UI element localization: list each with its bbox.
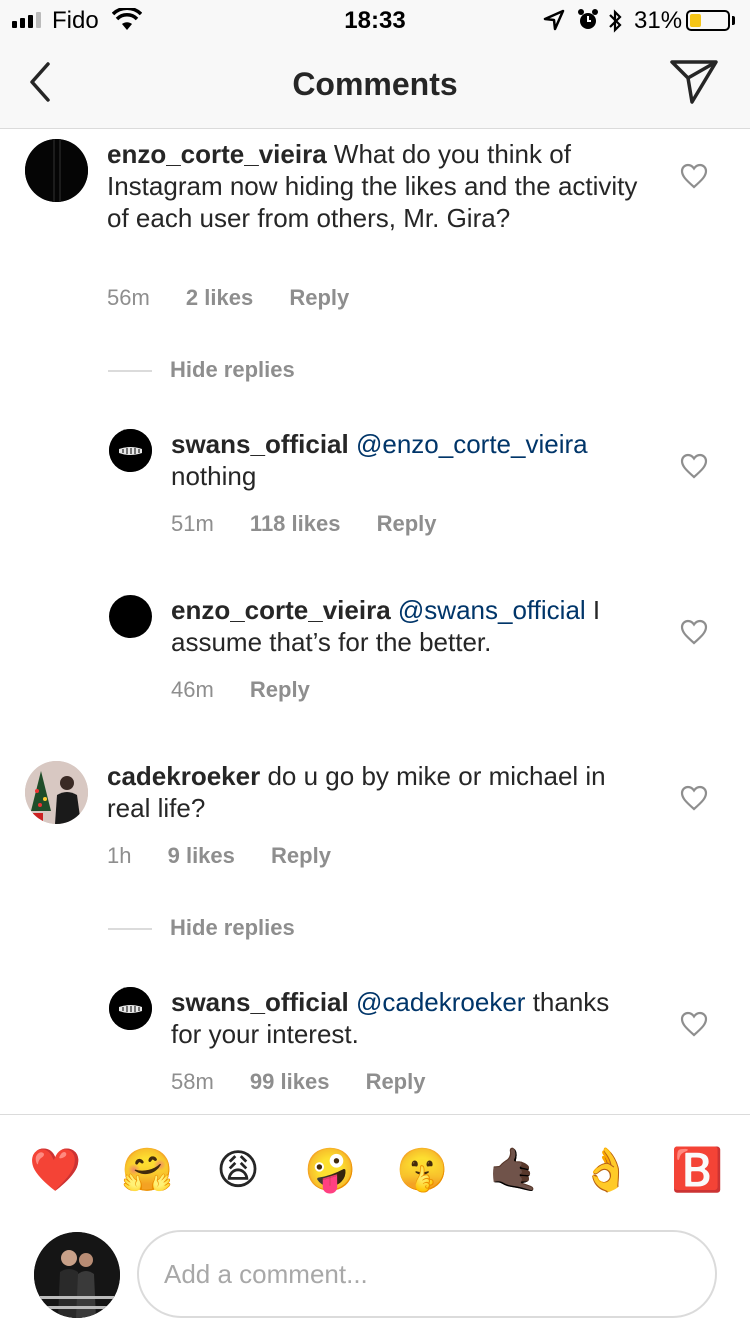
hide-replies-button[interactable]: Hide replies — [108, 915, 295, 941]
reply-button[interactable]: Reply — [366, 1069, 426, 1094]
divider-line — [108, 370, 152, 373]
hide-replies-label: Hide replies — [170, 357, 295, 382]
page-title: Comments — [292, 66, 458, 102]
like-heart-icon[interactable] — [680, 619, 708, 645]
battery-icon — [686, 10, 730, 31]
reply-body: nothing — [171, 461, 257, 491]
comment-likes[interactable]: 9 likes — [168, 843, 235, 868]
comment-likes[interactable]: 2 likes — [186, 285, 253, 310]
reply-button[interactable]: Reply — [377, 511, 437, 536]
reply-button[interactable]: Reply — [271, 843, 331, 868]
status-bar: Fido 18:33 31% — [0, 0, 750, 40]
avatar[interactable] — [25, 139, 88, 202]
comment-time: 56m — [107, 285, 150, 310]
reply-button[interactable]: Reply — [250, 677, 310, 702]
mention-link[interactable]: @swans_official — [398, 595, 586, 625]
like-heart-icon[interactable] — [680, 785, 708, 811]
avatar[interactable] — [109, 595, 152, 638]
location-arrow-icon — [543, 9, 565, 31]
hide-replies-button[interactable]: Hide replies — [108, 357, 295, 383]
comment-username[interactable]: enzo_corte_vieira — [107, 139, 327, 169]
like-heart-icon[interactable] — [680, 453, 708, 479]
reply-time: 46m — [171, 677, 214, 702]
bluetooth-icon — [609, 9, 622, 33]
reply-meta: 58m 99 likes Reply — [171, 1069, 455, 1095]
comment-meta: 56m 2 likes Reply — [107, 285, 379, 311]
reply-text: enzo_corte_vieira @swans_official I assu… — [171, 594, 641, 658]
emoji-ok-hand-button[interactable]: 👌 — [580, 1145, 632, 1195]
reply-meta: 51m 118 likes Reply — [171, 511, 467, 537]
avatar[interactable] — [25, 761, 88, 824]
emoji-weary-button[interactable]: 😩 — [213, 1145, 263, 1195]
reply-meta: 46m Reply — [171, 677, 340, 703]
divider-line — [108, 928, 152, 931]
emoji-quick-bar: ❤️ 🤗 😩 🤪 🤫 🤙🏿 👌 🅱️ — [0, 1114, 750, 1224]
reply-username[interactable]: enzo_corte_vieira — [171, 595, 391, 625]
comment-time: 1h — [107, 843, 132, 868]
mention-link[interactable]: @enzo_corte_vieira — [356, 429, 588, 459]
reply-text: swans_official @enzo_corte_vieira nothin… — [171, 428, 641, 492]
emoji-shushing-button[interactable]: 🤫 — [396, 1145, 448, 1195]
reply-username[interactable]: swans_official — [171, 987, 349, 1017]
alarm-icon — [578, 9, 598, 29]
reply-likes[interactable]: 118 likes — [250, 511, 341, 536]
comment-meta: 1h 9 likes Reply — [107, 843, 361, 869]
reply-username[interactable]: swans_official — [171, 429, 349, 459]
emoji-call-me-button[interactable]: 🤙🏿 — [488, 1145, 540, 1195]
emoji-b-button[interactable]: 🅱️ — [671, 1145, 723, 1195]
reply-button[interactable]: Reply — [289, 285, 349, 310]
emoji-heart-button[interactable]: ❤️ — [29, 1145, 81, 1195]
navigation-bar: Comments — [0, 40, 750, 129]
mention-link[interactable]: @cadekroeker — [356, 987, 525, 1017]
like-heart-icon[interactable] — [680, 163, 708, 189]
comment-input-bar — [0, 1224, 750, 1334]
hide-replies-label: Hide replies — [170, 915, 295, 940]
comment-text: cadekroeker do u go by mike or michael i… — [107, 760, 647, 824]
battery-percent: 31% — [634, 7, 683, 34]
comments-list[interactable]: enzo_corte_vieira What do you think of I… — [0, 130, 750, 1114]
my-avatar[interactable] — [34, 1232, 120, 1318]
avatar[interactable] — [109, 429, 152, 472]
comment-text: enzo_corte_vieira What do you think of I… — [107, 138, 647, 234]
battery-fill — [690, 14, 701, 27]
avatar[interactable] — [109, 987, 152, 1030]
send-direct-icon[interactable] — [666, 56, 722, 108]
emoji-zany-button[interactable]: 🤪 — [304, 1145, 356, 1195]
comment-username[interactable]: cadekroeker — [107, 761, 260, 791]
reply-time: 58m — [171, 1069, 214, 1094]
reply-text: swans_official @cadekroeker thanks for y… — [171, 986, 641, 1050]
like-heart-icon[interactable] — [680, 1011, 708, 1037]
add-comment-input[interactable] — [137, 1230, 717, 1318]
reply-likes[interactable]: 99 likes — [250, 1069, 330, 1094]
battery-tip — [732, 16, 735, 25]
emoji-hugging-button[interactable]: 🤗 — [121, 1145, 173, 1195]
reply-time: 51m — [171, 511, 214, 536]
